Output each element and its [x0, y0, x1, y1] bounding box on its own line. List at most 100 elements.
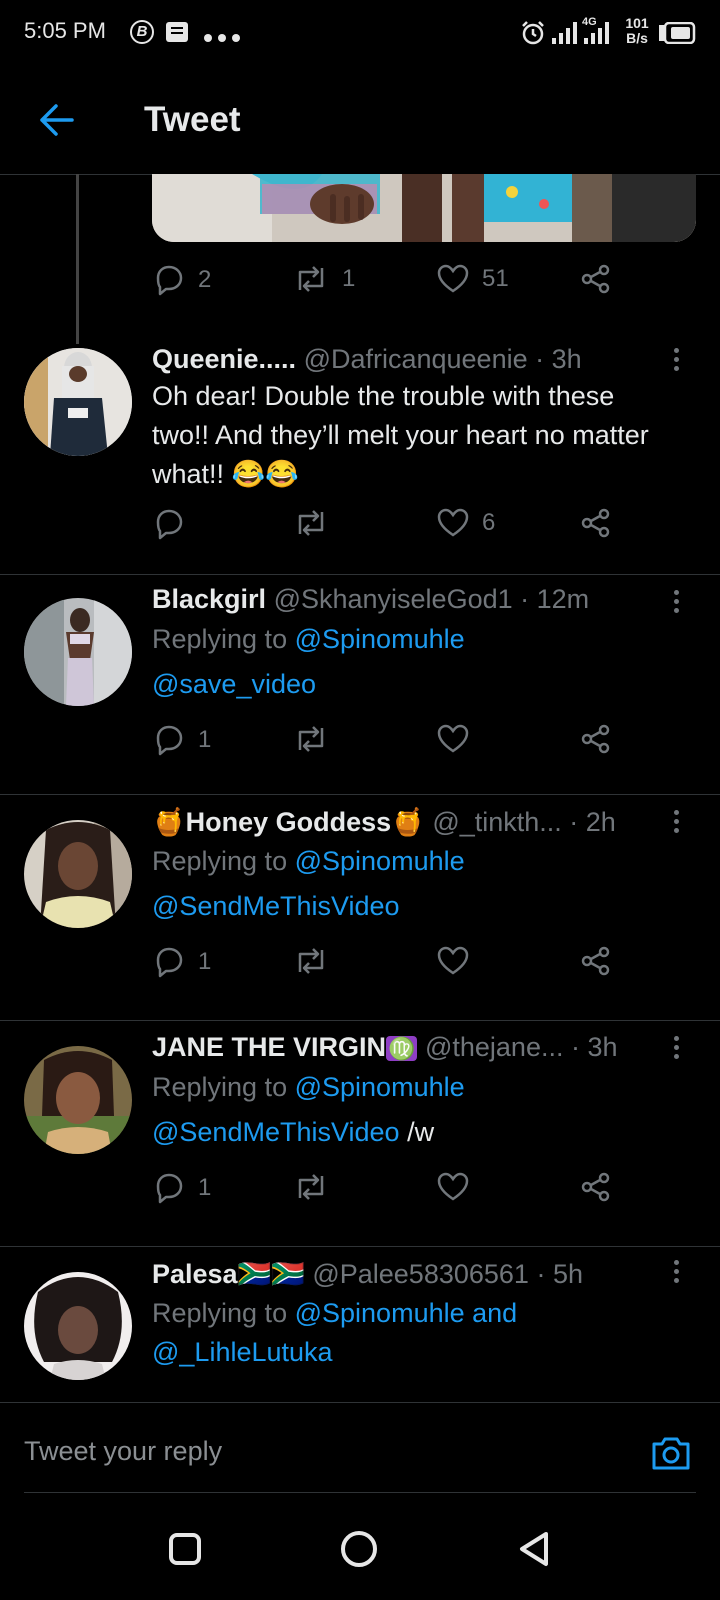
user-handle[interactable]: @Palee58306561 [312, 1259, 529, 1289]
more-options-icon[interactable] [674, 1260, 680, 1287]
user-handle[interactable]: @thejane... [425, 1032, 564, 1062]
tweet-header: Blackgirl @SkhanyiseleGod1 · 12m [152, 584, 589, 615]
status-bar: 5:05 PM B 4G 101 B/s [0, 0, 720, 64]
network-speed: 101 B/s [620, 16, 654, 46]
reply-tweet[interactable]: Queenie..... @Dafricanqueenie · 3h Oh de… [0, 344, 720, 575]
reply-action[interactable]: 1 [152, 724, 211, 756]
reply-tweet[interactable]: Palesa🇿🇦🇿🇦 @Palee58306561 · 5h Replying … [0, 1246, 720, 1402]
display-name[interactable]: Blackgirl [152, 584, 266, 614]
tweet-body: Replying to @Spinomuhle and @_LihleLutuk… [152, 1294, 672, 1372]
recent-apps-icon[interactable] [168, 1532, 202, 1571]
like-action[interactable]: 6 [436, 508, 495, 538]
share-action[interactable] [580, 724, 612, 754]
retweet-icon [298, 510, 324, 536]
reply-count: 2 [198, 266, 212, 293]
mention-link[interactable]: @SendMeThisVideo [152, 891, 400, 921]
reply-action[interactable]: 2 [152, 264, 211, 296]
tweet-body: Replying to @Spinomuhle @save_video [152, 620, 672, 704]
name-emoji-right: 🍯 [391, 807, 425, 837]
composer-underline [24, 1492, 696, 1493]
system-nav-bar [0, 1494, 720, 1600]
reply-count: 1 [198, 726, 212, 753]
like-action[interactable]: 51 [436, 264, 509, 294]
replying-prefix: Replying to [152, 624, 288, 654]
heart-icon [437, 946, 469, 975]
retweet-icon [298, 266, 324, 292]
avatar[interactable] [24, 598, 132, 706]
more-options-icon[interactable] [674, 590, 680, 617]
user-handle[interactable]: @SkhanyiseleGod1 [274, 584, 513, 614]
share-action[interactable] [580, 264, 612, 294]
user-handle[interactable]: @_tinkth... [432, 807, 561, 837]
reply-tweet[interactable]: 🍯Honey Goddess🍯 @_tinkth... · 2h Replyin… [0, 794, 720, 1021]
name-emoji-right: ♍ [386, 1036, 418, 1061]
retweet-action[interactable] [292, 1172, 330, 1202]
replying-prefix: Replying to [152, 1072, 288, 1102]
reply-tweet[interactable]: Blackgirl @SkhanyiseleGod1 · 12m Replyin… [0, 574, 720, 795]
retweet-action[interactable] [292, 724, 330, 754]
avatar[interactable] [24, 1046, 132, 1154]
reply-input[interactable]: Tweet your reply [24, 1436, 222, 1467]
heart-icon [437, 264, 469, 293]
avatar[interactable] [24, 348, 132, 456]
share-icon [581, 946, 610, 976]
reply-tweet[interactable]: JANE THE VIRGIN♍ @thejane... · 3h Replyi… [0, 1020, 720, 1247]
home-icon[interactable] [340, 1530, 378, 1573]
back-arrow-icon[interactable] [36, 102, 76, 143]
retweet-action[interactable]: 1 [292, 264, 355, 294]
like-action[interactable] [436, 724, 470, 754]
more-options-icon[interactable] [674, 348, 680, 375]
share-icon [581, 508, 610, 538]
like-action[interactable] [436, 1172, 470, 1202]
mention-link[interactable]: @save_video [152, 669, 316, 699]
reply-icon [156, 265, 183, 296]
share-icon [581, 1172, 610, 1202]
more-options-icon[interactable] [674, 810, 680, 837]
user-handle[interactable]: @Dafricanqueenie [304, 344, 528, 374]
more-options-icon[interactable] [674, 1036, 680, 1063]
share-icon [581, 264, 610, 294]
share-action[interactable] [580, 946, 612, 976]
tweet-body: Replying to @Spinomuhle @SendMeThisVideo… [152, 1068, 672, 1152]
page-title: Tweet [144, 100, 241, 139]
retweet-action[interactable] [292, 508, 342, 538]
camera-icon[interactable] [650, 1434, 692, 1477]
name-emoji-left: 🍯 [152, 807, 186, 837]
back-icon[interactable] [516, 1530, 552, 1573]
tweet-suffix: /w [407, 1117, 435, 1147]
tweet-time: · 12m [520, 584, 590, 614]
share-action[interactable] [580, 508, 612, 538]
like-count: 51 [482, 265, 509, 292]
reply-action[interactable]: 1 [152, 946, 211, 978]
display-name[interactable]: JANE THE VIRGIN [152, 1032, 386, 1062]
avatar[interactable] [24, 1272, 132, 1380]
like-action[interactable] [436, 946, 470, 976]
reply-action[interactable] [152, 508, 198, 540]
tweet-media-image[interactable] [152, 174, 696, 242]
replying-to-link[interactable]: @Spinomuhle and [295, 1298, 518, 1328]
replying-prefix: Replying to [152, 846, 288, 876]
display-name[interactable]: Honey Goddess [186, 807, 392, 837]
speed-unit: B/s [626, 30, 648, 46]
display-name[interactable]: Palesa [152, 1259, 238, 1289]
tweet-time: · 5h [536, 1259, 583, 1289]
more-dots-icon [204, 29, 244, 42]
replying-to-link-2[interactable]: @_LihleLutuka [152, 1337, 333, 1367]
tweet-header: Palesa🇿🇦🇿🇦 @Palee58306561 · 5h [152, 1258, 583, 1290]
replying-to-link[interactable]: @Spinomuhle [295, 1072, 465, 1102]
retweet-action[interactable] [292, 946, 330, 976]
reply-icon [156, 509, 183, 540]
mention-link[interactable]: @SendMeThisVideo [152, 1117, 400, 1147]
message-icon [166, 22, 188, 42]
reply-icon [156, 947, 183, 978]
retweet-icon [298, 948, 324, 974]
display-name[interactable]: Queenie..... [152, 344, 296, 374]
share-icon [581, 724, 610, 754]
avatar[interactable] [24, 820, 132, 928]
replying-to-link[interactable]: @Spinomuhle [295, 846, 465, 876]
name-emoji-right: 🇿🇦🇿🇦 [237, 1259, 305, 1289]
share-action[interactable] [580, 1172, 612, 1202]
reply-action[interactable]: 1 [152, 1172, 211, 1204]
replying-to-link[interactable]: @Spinomuhle [295, 624, 465, 654]
tweet-header: 🍯Honey Goddess🍯 @_tinkth... · 2h [152, 806, 616, 838]
